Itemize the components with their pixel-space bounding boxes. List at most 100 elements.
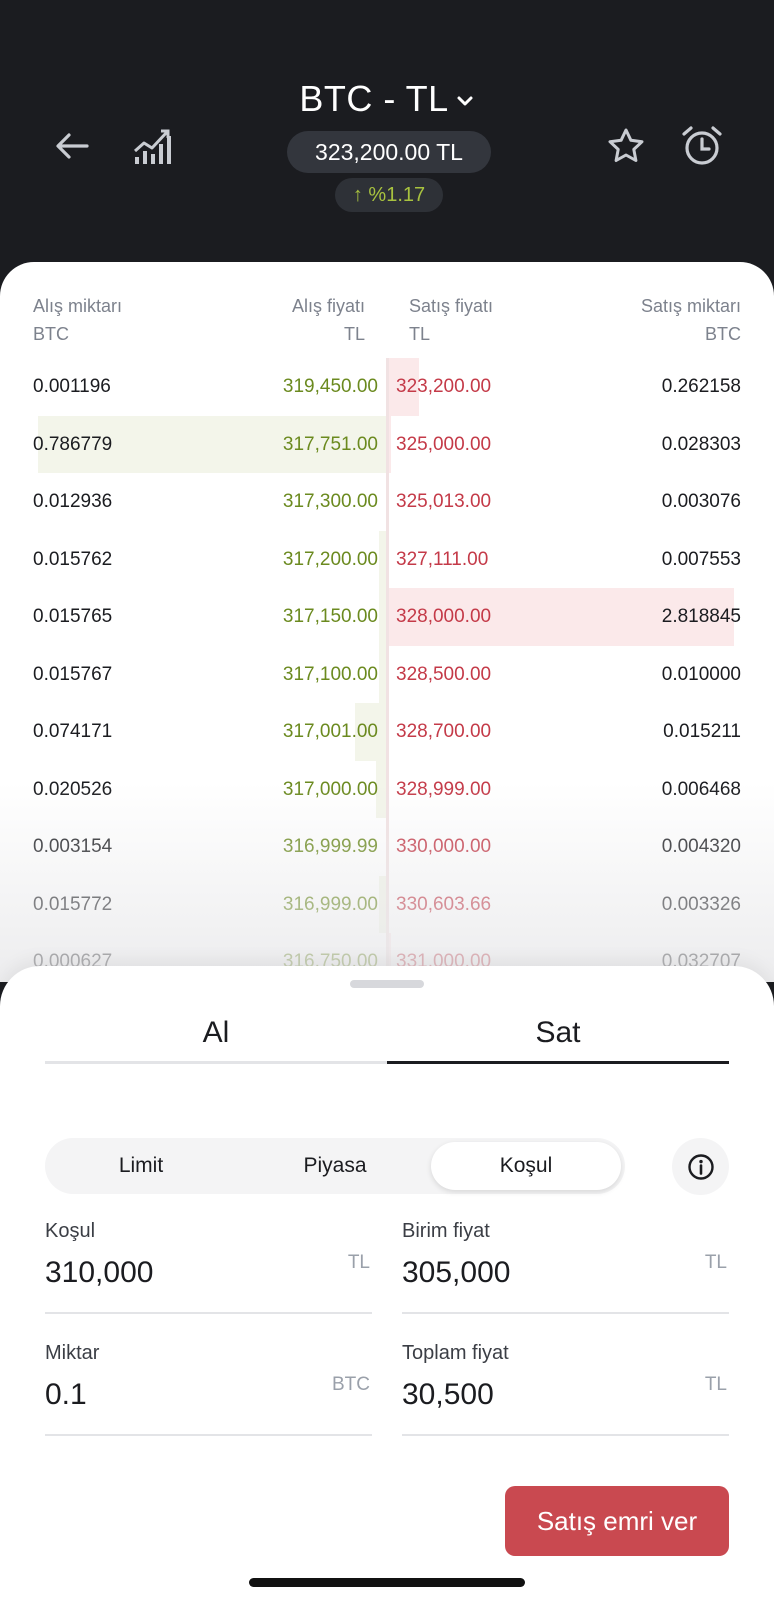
ask-price: 328,500.00 (396, 663, 492, 685)
order-book-row[interactable]: 0.015772 316,999.00 330,603.66 0.003326 (0, 875, 774, 933)
tab-sell[interactable]: Sat (387, 1006, 729, 1064)
center-divider (386, 760, 389, 818)
top-bar: BTC - TL 323,200.00 TL ↑ %1.17 (0, 0, 774, 290)
bid-qty-header: Alış miktarı (33, 296, 123, 316)
center-divider (386, 588, 389, 646)
center-divider (386, 530, 389, 588)
condition-field[interactable]: Koşul 310,000 TL (45, 1220, 372, 1314)
ask-price-unit: TL (409, 324, 431, 344)
bid-quantity: 0.015765 (33, 606, 113, 627)
ask-price: 328,700.00 (396, 721, 492, 742)
price-change-badge: ↑ %1.17 (335, 178, 443, 212)
center-divider (386, 818, 389, 876)
unit-price-unit: TL (704, 1252, 727, 1273)
ask-quantity: 0.015211 (663, 721, 741, 742)
ask-quantity: 0.262158 (661, 376, 741, 397)
bid-quantity: 0.001196 (33, 376, 111, 397)
back-arrow-icon[interactable] (48, 122, 96, 170)
bid-quantity: 0.015762 (33, 548, 113, 570)
ask-price: 328,999.00 (396, 778, 492, 800)
ask-quantity: 0.028303 (661, 433, 741, 455)
total-price-value[interactable]: 30,500 (402, 1378, 494, 1412)
bid-quantity: 0.015767 (33, 663, 113, 685)
ask-quantity: 0.006468 (661, 778, 741, 800)
ask-quantity: 0.004320 (661, 836, 741, 857)
bid-quantity: 0.015772 (33, 893, 113, 915)
unit-price-label: Birim fiyat (402, 1220, 490, 1242)
bid-quantity: 0.074171 (33, 721, 113, 742)
order-type-condition[interactable]: Koşul (431, 1142, 621, 1190)
order-book-row[interactable]: 0.786779 317,751.00 325,000.00 0.028303 (0, 415, 774, 473)
order-book-row[interactable]: 0.015762 317,200.00 327,111.00 0.007553 (0, 530, 774, 588)
total-price-unit: TL (704, 1374, 727, 1395)
bid-quantity: 0.003154 (33, 836, 113, 857)
order-book-row[interactable]: 0.020526 317,000.00 328,999.00 0.006468 (0, 760, 774, 818)
tab-buy[interactable]: Al (45, 1006, 387, 1064)
ask-price: 325,013.00 (396, 491, 492, 512)
order-book-row[interactable]: 0.074171 317,001.00 328,700.00 0.015211 (0, 703, 774, 761)
submit-sell-order-button[interactable]: Satış emri ver (505, 1486, 729, 1556)
center-divider (386, 358, 389, 416)
bid-price: 317,200.00 (282, 548, 378, 570)
star-icon[interactable] (602, 122, 650, 170)
order-book-row[interactable]: 0.015767 317,100.00 328,500.00 0.010000 (0, 645, 774, 703)
ask-quantity: 0.007553 (661, 548, 741, 570)
bid-price-unit: TL (343, 324, 365, 344)
sheet-drag-handle[interactable] (350, 980, 424, 988)
condition-value[interactable]: 310,000 (45, 1256, 153, 1290)
order-book-row[interactable]: 0.003154 316,999.99 330,000.00 0.004320 (0, 818, 774, 876)
amount-label: Miktar (45, 1342, 100, 1364)
alarm-icon[interactable] (678, 122, 726, 170)
center-divider (386, 415, 389, 473)
ask-quantity: 0.003326 (661, 893, 741, 915)
bid-price: 317,150.00 (282, 606, 378, 627)
ask-quantity: 2.818845 (661, 606, 741, 627)
bid-quantity: 0.020526 (33, 778, 113, 800)
chevron-down-icon (457, 96, 473, 106)
ask-quantity: 0.003076 (661, 491, 741, 512)
bid-depth-bar (379, 875, 386, 933)
total-price-field[interactable]: Toplam fiyat 30,500 TL (402, 1342, 729, 1436)
info-button[interactable] (672, 1138, 729, 1195)
center-divider (386, 875, 389, 933)
center-divider (386, 473, 389, 531)
bid-price: 317,100.00 (282, 663, 378, 685)
amount-unit: BTC (332, 1374, 370, 1395)
unit-price-value[interactable]: 305,000 (402, 1256, 510, 1290)
amount-field[interactable]: Miktar 0.1 BTC (45, 1342, 372, 1436)
last-price: 323,200.00 TL (287, 131, 491, 173)
bid-depth-bar (379, 588, 386, 646)
bid-price: 317,000.00 (282, 778, 378, 800)
bid-price: 317,300.00 (282, 491, 378, 512)
order-type-selector: Limit Piyasa Koşul (45, 1138, 625, 1194)
order-book-rows: 0.001196 319,450.00 323,200.00 0.262158 0.78… (0, 358, 774, 982)
order-book-row[interactable]: 0.015765 317,150.00 328,000.00 2.818845 (0, 588, 774, 646)
total-price-label: Toplam fiyat (402, 1342, 509, 1364)
bid-price: 319,450.00 (282, 376, 378, 397)
order-book-header: Alış miktarı BTC Alış fiyatı TL Satış fi… (0, 292, 774, 352)
chart-icon[interactable] (128, 122, 176, 170)
order-book-row[interactable]: 0.001196 319,450.00 323,200.00 0.262158 (0, 358, 774, 416)
ask-price: 327,111.00 (396, 548, 489, 570)
ask-qty-unit: BTC (705, 324, 741, 344)
info-icon (687, 1153, 714, 1180)
bid-depth-bar (379, 645, 386, 703)
order-book-row[interactable]: 0.012936 317,300.00 325,013.00 0.003076 (0, 473, 774, 531)
ask-price: 328,000.00 (396, 606, 492, 627)
ask-price-header: Satış fiyatı (409, 296, 494, 316)
order-type-market[interactable]: Piyasa (240, 1142, 430, 1190)
ask-qty-header: Satış miktarı (640, 296, 741, 316)
pair-selector[interactable]: BTC - TL (0, 78, 774, 120)
bid-price-header: Alış fiyatı (291, 296, 365, 316)
bid-depth-bar (379, 530, 386, 588)
ask-quantity: 0.010000 (661, 663, 741, 685)
condition-unit: TL (347, 1252, 370, 1273)
unit-price-field[interactable]: Birim fiyat 305,000 TL (402, 1220, 729, 1314)
pair-label: BTC - TL (299, 78, 449, 119)
ask-price: 330,603.66 (396, 893, 492, 915)
bid-price: 317,001.00 (282, 721, 378, 742)
order-type-limit[interactable]: Limit (46, 1142, 236, 1190)
bid-price: 317,751.00 (282, 433, 378, 455)
amount-value[interactable]: 0.1 (45, 1378, 87, 1412)
condition-label: Koşul (45, 1220, 96, 1242)
